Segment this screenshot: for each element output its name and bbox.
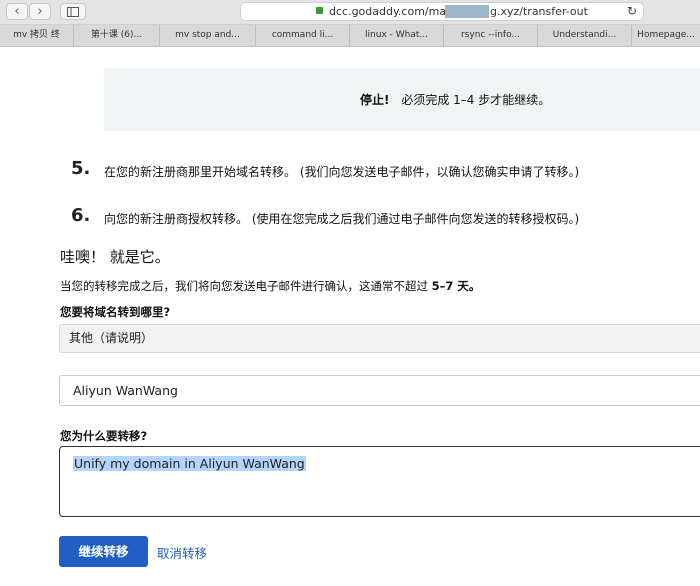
bookmark-item[interactable]: Homepage... (632, 25, 700, 46)
continue-transfer-button[interactable]: 继续转移 (59, 536, 148, 567)
sidebar-icon (67, 7, 79, 17)
registrar-input[interactable]: Aliyun WanWang (59, 375, 700, 406)
bookmark-item[interactable]: mv stop and... (160, 25, 256, 46)
done-heading: 哇噢！ 就是它。 (60, 248, 170, 266)
bookmark-item[interactable]: 第十课 (6)... (74, 25, 160, 46)
bookmark-item[interactable]: mv 拷贝 终 (0, 25, 74, 46)
bookmark-item[interactable]: linux - What... (350, 25, 444, 46)
destination-select[interactable]: 其他（请说明） (59, 324, 700, 353)
step-number: 6. (71, 205, 91, 226)
stop-notice: 停止! 必须完成 1–4 步才能继续。 (104, 68, 700, 131)
step-text: 在您的新注册商那里开始域名转移。 (我们向您发送电子邮件，以确认您确实申请了转移… (104, 165, 580, 179)
chevron-left-icon: ‹ (14, 4, 20, 19)
destination-label: 您要将域名转到哪里? (60, 305, 171, 319)
cancel-transfer-link[interactable]: 取消转移 (157, 543, 207, 562)
completion-days: 5–7 天。 (431, 279, 481, 293)
browser-toolbar: ‹ › dcc.godaddy.com/manage g.xyz/transfe… (0, 0, 700, 25)
step-number: 5. (71, 158, 91, 179)
sidebar-button[interactable] (60, 3, 86, 20)
reason-selected-text: Unify my domain in Aliyun WanWang (73, 456, 306, 471)
back-button[interactable]: ‹ (6, 3, 28, 20)
bookmarks-bar: mv 拷贝 终 第十课 (6)... mv stop and... comman… (0, 25, 700, 47)
step-text: 向您的新注册商授权转移。 (使用在您完成之后我们通过电子邮件向您发送的转移授权码… (104, 212, 580, 226)
bookmark-item[interactable]: command li... (256, 25, 350, 46)
stop-notice-text: 必须完成 1–4 步才能继续。 (401, 93, 551, 107)
chevron-right-icon: › (37, 4, 43, 19)
completion-text: 当您的转移完成之后，我们将向您发送电子邮件进行确认，这通常不超过 5–7 天。 (60, 278, 480, 294)
bookmark-item[interactable]: rsync --info... (444, 25, 538, 46)
lock-icon (316, 7, 323, 14)
url-suffix: g.xyz/transfer-out (490, 5, 588, 18)
completion-sentence: 当您的转移完成之后，我们将向您发送电子邮件进行确认，这通常不超过 (60, 279, 428, 293)
redacted-url-segment (445, 5, 489, 18)
stop-notice-strong: 停止! (360, 93, 390, 107)
reason-textarea[interactable]: Unify my domain in Aliyun WanWang (59, 446, 700, 517)
forward-button[interactable]: › (29, 3, 51, 20)
bookmark-item[interactable]: Understandi... (538, 25, 632, 46)
reason-label: 您为什么要转移? (60, 429, 148, 443)
address-bar[interactable]: dcc.godaddy.com/manage g.xyz/transfer-ou… (240, 2, 644, 21)
reload-icon[interactable]: ↻ (627, 3, 637, 20)
